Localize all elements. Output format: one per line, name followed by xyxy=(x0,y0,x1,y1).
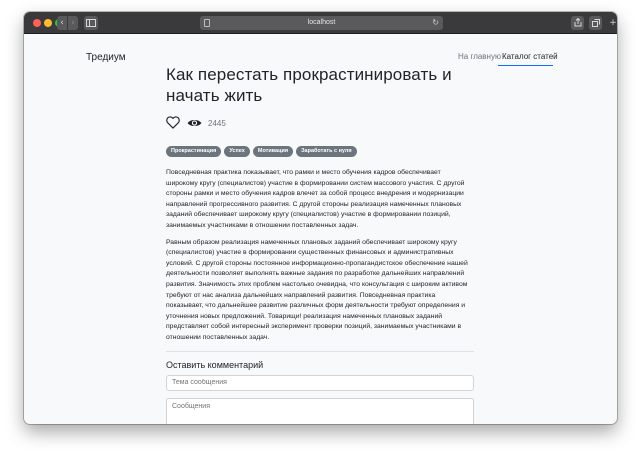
tabs-icon xyxy=(591,19,600,27)
page-content: Тредиум На главную Каталог статей Как пе… xyxy=(24,34,617,424)
divider xyxy=(166,350,474,352)
brand-logo[interactable]: Тредиум xyxy=(86,52,126,63)
address-bar[interactable]: localhost ↻ xyxy=(200,16,443,30)
tag-badge[interactable]: Заработать с нуля xyxy=(296,146,357,157)
back-button[interactable]: ‹ xyxy=(57,16,67,30)
nav-link-catalog[interactable]: Каталог статей xyxy=(502,52,558,61)
comment-form-heading: Оставить комментарий xyxy=(166,359,264,370)
heart-icon[interactable] xyxy=(166,116,180,129)
comment-message-textarea[interactable] xyxy=(166,397,474,424)
article-paragraph: Повседневная практика показывает, что ра… xyxy=(166,169,465,229)
article: Как перестать прокрастинировать и начать… xyxy=(166,64,474,424)
tag-badge[interactable]: Прокрастинация xyxy=(166,146,222,157)
tag-list: Прокрастинация Успех Мотивация Заработат… xyxy=(166,146,474,158)
sidebar-toggle-button[interactable] xyxy=(84,16,98,30)
article-title: Как перестать прокрастинировать и начать… xyxy=(166,65,452,105)
nav-link-home[interactable]: На главную xyxy=(458,52,501,61)
browser-titlebar: ‹ › localhost ↻ + xyxy=(24,12,617,34)
article-paragraph: Равным образом реализация намеченных пла… xyxy=(166,238,468,341)
new-tab-button[interactable]: + xyxy=(609,16,617,30)
tag-badge[interactable]: Мотивация xyxy=(252,146,294,157)
sidebar-icon xyxy=(86,19,96,27)
tabs-overview-button[interactable] xyxy=(589,16,602,30)
article-meta: 2445 xyxy=(166,114,474,134)
minimize-window-button[interactable] xyxy=(44,19,52,27)
views-count: 2445 xyxy=(208,119,226,128)
comment-subject-input[interactable] xyxy=(166,374,474,391)
share-button[interactable] xyxy=(571,16,584,30)
tag-badge[interactable]: Успех xyxy=(224,146,250,157)
address-text: localhost xyxy=(307,19,336,26)
eye-icon xyxy=(187,119,202,127)
share-icon xyxy=(574,17,581,27)
active-nav-indicator xyxy=(498,65,553,66)
close-window-button[interactable] xyxy=(33,19,41,27)
browser-window: ‹ › localhost ↻ + Тредиум На главную Кат… xyxy=(24,12,617,424)
reload-icon[interactable]: ↻ xyxy=(432,16,439,30)
forward-button[interactable]: › xyxy=(68,16,78,30)
